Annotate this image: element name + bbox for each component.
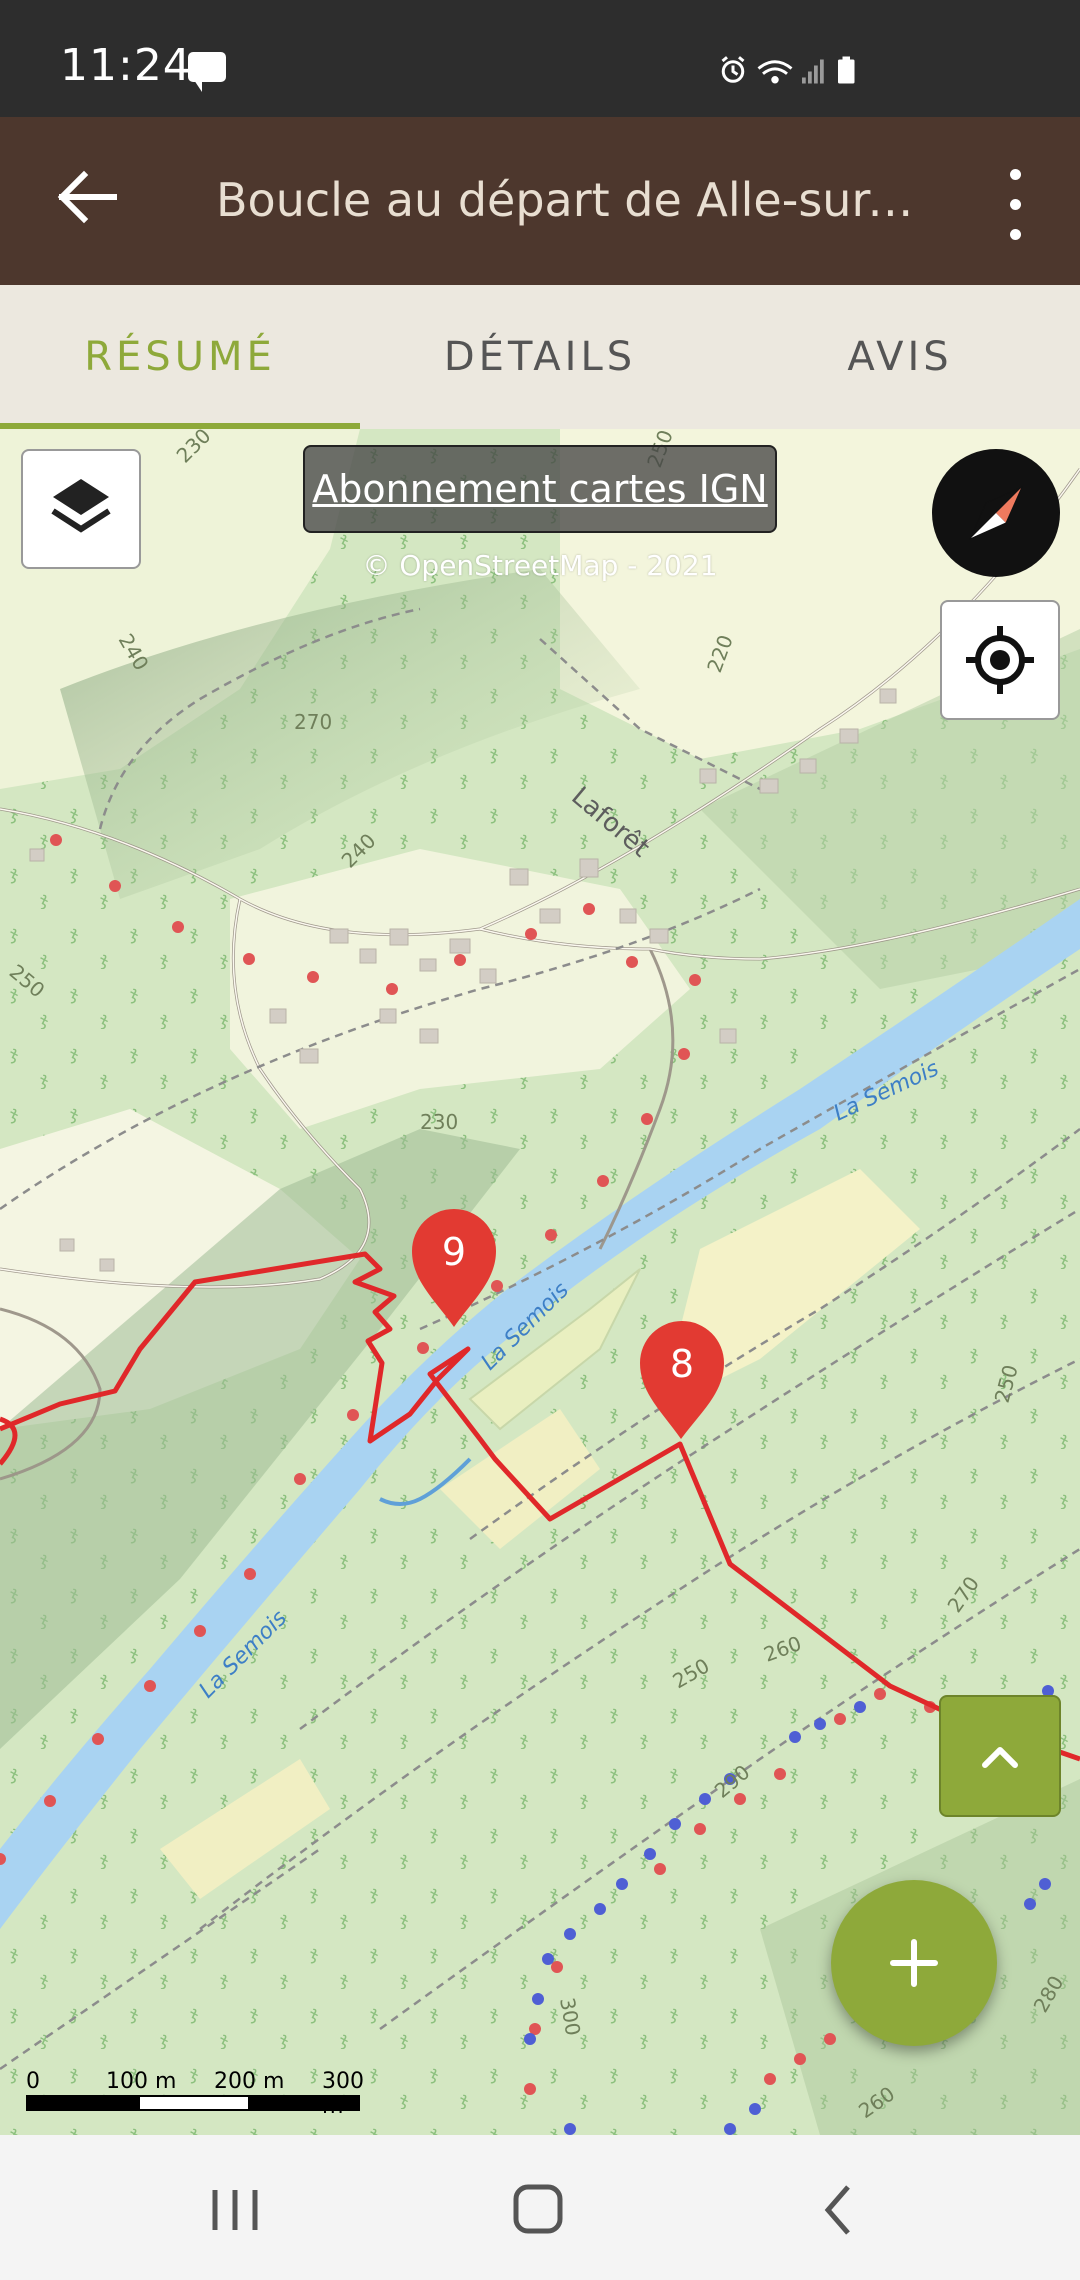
expand-panel-button[interactable] xyxy=(939,1695,1061,1817)
status-bar: 11:24 xyxy=(0,0,1080,117)
map-view[interactable]: ჯ ჯ xyxy=(0,429,1080,2135)
recent-apps-icon[interactable] xyxy=(175,2165,295,2255)
page-title: Boucle au départ de Alle-sur-S... xyxy=(216,173,916,227)
waypoint-label-8: 8 xyxy=(670,1342,694,1386)
home-icon[interactable] xyxy=(478,2165,598,2255)
scale-bar-segment xyxy=(26,2095,140,2111)
waypoint-label-9: 9 xyxy=(442,1230,466,1274)
tab-avis-label: AVIS xyxy=(847,334,953,380)
alarm-icon xyxy=(721,56,745,83)
map-attribution: © OpenStreetMap - 2021 xyxy=(362,549,718,582)
contour-label: 230 xyxy=(420,1110,458,1134)
tab-resume-label: RÉSUMÉ xyxy=(84,334,276,380)
add-button[interactable] xyxy=(831,1880,997,2046)
chevron-up-icon xyxy=(982,1747,1018,1768)
tab-avis[interactable]: AVIS xyxy=(720,285,1080,429)
scale-label-300: 300 m xyxy=(322,2069,364,2119)
nav-back-icon[interactable] xyxy=(780,2165,900,2255)
layers-icon xyxy=(51,479,111,533)
signal-icon xyxy=(802,59,824,84)
layers-button[interactable] xyxy=(21,449,141,569)
compass-icon xyxy=(969,486,1023,540)
tab-bar: RÉSUMÉ DÉTAILS AVIS xyxy=(0,285,1080,429)
scale-label-0: 0 xyxy=(26,2069,40,2094)
scale-bar-segment xyxy=(248,2095,360,2111)
tab-details[interactable]: DÉTAILS xyxy=(360,285,720,429)
crosshair-icon xyxy=(966,626,1034,694)
status-time: 11:24 xyxy=(60,40,192,91)
compass-button[interactable] xyxy=(932,449,1060,577)
more-options-icon[interactable] xyxy=(990,159,1040,249)
plus-icon xyxy=(890,1939,938,1987)
ign-subscription-link[interactable]: Abonnement cartes IGN xyxy=(303,445,777,533)
scale-label-100: 100 m xyxy=(106,2069,177,2094)
battery-icon xyxy=(838,56,855,84)
system-nav-bar xyxy=(0,2135,1080,2280)
scale-label-200: 200 m xyxy=(214,2069,285,2094)
tab-details-label: DÉTAILS xyxy=(443,334,637,380)
scale-bar-segment xyxy=(138,2095,250,2111)
map-scale: 0 100 m 200 m 300 m xyxy=(26,2069,366,2129)
status-icons xyxy=(721,56,855,84)
contour-label: 270 xyxy=(294,710,332,734)
back-arrow-icon[interactable] xyxy=(48,157,128,237)
wifi-icon xyxy=(757,60,793,84)
app-bar: Boucle au départ de Alle-sur-S... xyxy=(0,117,1080,285)
locate-me-button[interactable] xyxy=(940,600,1060,720)
message-icon xyxy=(188,52,226,92)
tab-resume[interactable]: RÉSUMÉ xyxy=(0,285,360,429)
